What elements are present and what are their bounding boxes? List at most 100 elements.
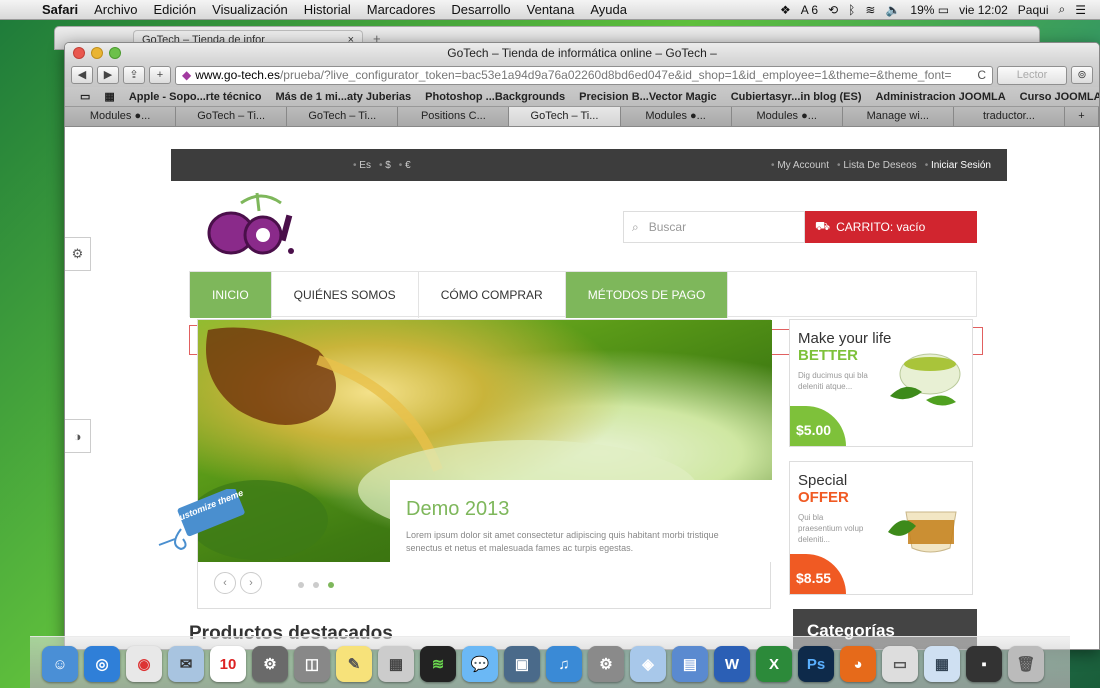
trash-icon[interactable]: 🗑	[1008, 646, 1044, 682]
messages-icon[interactable]: 💬	[462, 646, 498, 682]
address-bar[interactable]: ◆ www.go-tech.es /prueba/?live_configura…	[175, 65, 993, 85]
currency-selector[interactable]: $	[379, 160, 391, 171]
tab[interactable]: Modules ●...	[620, 107, 732, 126]
add-bookmark-button[interactable]: +	[149, 66, 171, 84]
tab[interactable]: GoTech – Ti...	[176, 107, 288, 126]
bookmark-item[interactable]: Más de 1 mi...aty Juberias	[268, 91, 418, 103]
tab[interactable]: Manage wi...	[842, 107, 954, 126]
photoshop-icon[interactable]: Ps	[798, 646, 834, 682]
iphoto-icon[interactable]: ▣	[504, 646, 540, 682]
promo-banner-offer[interactable]: Special OFFER Qui bla praesentium volup …	[789, 461, 973, 595]
itunes-icon[interactable]: ♫	[546, 646, 582, 682]
slider-dot[interactable]	[313, 582, 319, 588]
my-account-link[interactable]: My Account	[771, 160, 829, 171]
spotlight-icon[interactable]: ⌕	[1059, 2, 1066, 17]
bookmark-item[interactable]: Apple - Sopo...rte técnico	[122, 91, 269, 103]
stickies-icon[interactable]: ✎	[336, 646, 372, 682]
virtualbox-icon[interactable]: ◈	[630, 646, 666, 682]
excel-icon[interactable]: X	[756, 646, 792, 682]
reading-list-icon[interactable]: ▭	[73, 90, 97, 103]
firefox-icon[interactable]: ◕	[840, 646, 876, 682]
language-selector[interactable]: Es	[353, 160, 371, 171]
menu-historial[interactable]: Historial	[296, 2, 359, 17]
tab[interactable]: Modules ●...	[65, 107, 177, 126]
bookmark-item[interactable]: Curso JOOMLA	[1013, 91, 1099, 103]
tab[interactable]: GoTech – Ti...	[287, 107, 399, 126]
timemachine-icon[interactable]: ⟲	[828, 3, 838, 17]
finder-icon[interactable]: ☺	[42, 646, 78, 682]
chrome-icon[interactable]: ◉	[126, 646, 162, 682]
bookmark-item[interactable]: Administracion JOOMLA	[868, 91, 1012, 103]
top-sites-icon[interactable]: ▦	[97, 90, 121, 103]
photoshop-file-icon[interactable]: ▪	[966, 646, 1002, 682]
menu-desarrollo[interactable]: Desarrollo	[443, 2, 518, 17]
reload-icon[interactable]: C	[971, 67, 986, 84]
contrast-icon: ◑	[73, 428, 82, 444]
login-link[interactable]: Iniciar Sesión	[925, 160, 991, 171]
tab[interactable]: Modules ●...	[731, 107, 843, 126]
new-tab-button[interactable]: +	[1064, 107, 1099, 126]
theme-panel-button[interactable]: ◑	[65, 419, 91, 453]
dropbox-icon[interactable]: ❖	[780, 3, 791, 17]
adobe-icon[interactable]: A 6	[801, 3, 818, 17]
tab[interactable]: traductor...	[953, 107, 1065, 126]
calendar-icon[interactable]: 10	[210, 646, 246, 682]
settings-panel-button[interactable]: ⚙	[65, 237, 91, 271]
currency-euro[interactable]: €	[399, 160, 411, 171]
menu-marcadores[interactable]: Marcadores	[359, 2, 444, 17]
tab-active[interactable]: GoTech – Ti...	[509, 107, 621, 126]
downloads-icon[interactable]: ⊚	[1071, 66, 1093, 84]
minimize-window-button[interactable]	[91, 47, 103, 59]
calculator-icon[interactable]: ▦	[378, 646, 414, 682]
spotify-icon[interactable]: ≋	[420, 646, 456, 682]
back-button[interactable]: ◀	[71, 66, 93, 84]
menu-safari[interactable]: Safari	[34, 2, 86, 17]
share-button[interactable]: ⇪	[123, 66, 145, 84]
slider-dot[interactable]	[298, 582, 304, 588]
menu-ayuda[interactable]: Ayuda	[582, 2, 635, 17]
gotech-logo[interactable]	[201, 189, 311, 259]
close-window-button[interactable]	[73, 47, 85, 59]
system-preferences-icon[interactable]: ⚙	[588, 646, 624, 682]
nav-como-comprar[interactable]: CÓMO COMPRAR	[419, 272, 566, 318]
bookmark-item[interactable]: Photoshop ...Backgrounds	[418, 91, 572, 103]
slider-dot-active[interactable]	[328, 582, 334, 588]
menu-ventana[interactable]: Ventana	[519, 2, 583, 17]
wifi-icon[interactable]: ≋	[865, 3, 875, 17]
slider-next-button[interactable]: ›	[240, 572, 262, 594]
search-box[interactable]: ⌕ Buscar	[623, 211, 805, 243]
forward-button[interactable]: ▶	[97, 66, 119, 84]
reader-button[interactable]: Lector	[997, 65, 1067, 85]
battery-status[interactable]: 19% ▭	[910, 3, 949, 17]
tab[interactable]: Positions C...	[398, 107, 510, 126]
slider-prev-button[interactable]: ‹	[214, 572, 236, 594]
bookmark-item[interactable]: Cubiertasyr...in blog (ES)	[724, 91, 869, 103]
zoom-window-button[interactable]	[109, 47, 121, 59]
customize-theme-badge[interactable]: customize theme	[155, 489, 247, 559]
menu-visualizacion[interactable]: Visualización	[204, 2, 296, 17]
settings-icon[interactable]: ⚙	[252, 646, 288, 682]
search-input[interactable]: Buscar	[649, 220, 686, 234]
clock[interactable]: vie 12:02	[959, 3, 1008, 17]
safari-icon[interactable]: ◎	[84, 646, 120, 682]
promo-banner-better[interactable]: Make your life BETTER Dig ducimus qui bl…	[789, 319, 973, 447]
downloads-stack-icon[interactable]: ▦	[924, 646, 960, 682]
nav-quienes-somos[interactable]: QUIÉNES SOMOS	[272, 272, 419, 318]
menu-archivo[interactable]: Archivo	[86, 2, 145, 17]
user-name[interactable]: Paqui	[1018, 3, 1049, 17]
nav-inicio[interactable]: INICIO	[190, 272, 272, 318]
screenshot-icon[interactable]: ◫	[294, 646, 330, 682]
mail-icon[interactable]: ✉	[168, 646, 204, 682]
bluetooth-icon[interactable]: ᛒ	[848, 3, 855, 17]
menu-edicion[interactable]: Edición	[146, 2, 205, 17]
wishlist-link[interactable]: Lista De Deseos	[837, 160, 916, 171]
url-path: /prueba/?live_configurator_token=bac53e1…	[279, 67, 952, 82]
nav-metodos-de-pago[interactable]: MÉTODOS DE PAGO	[565, 272, 729, 318]
cart-button[interactable]: ⛟ CARRITO: vacío	[805, 211, 977, 243]
notification-center-icon[interactable]: ☰	[1075, 3, 1086, 17]
volume-icon[interactable]: 🔈	[885, 3, 900, 17]
word-icon[interactable]: W	[714, 646, 750, 682]
vmware-icon[interactable]: ▤	[672, 646, 708, 682]
bookmark-item[interactable]: Precision B...Vector Magic	[572, 91, 724, 103]
csv-file-icon[interactable]: ▭	[882, 646, 918, 682]
